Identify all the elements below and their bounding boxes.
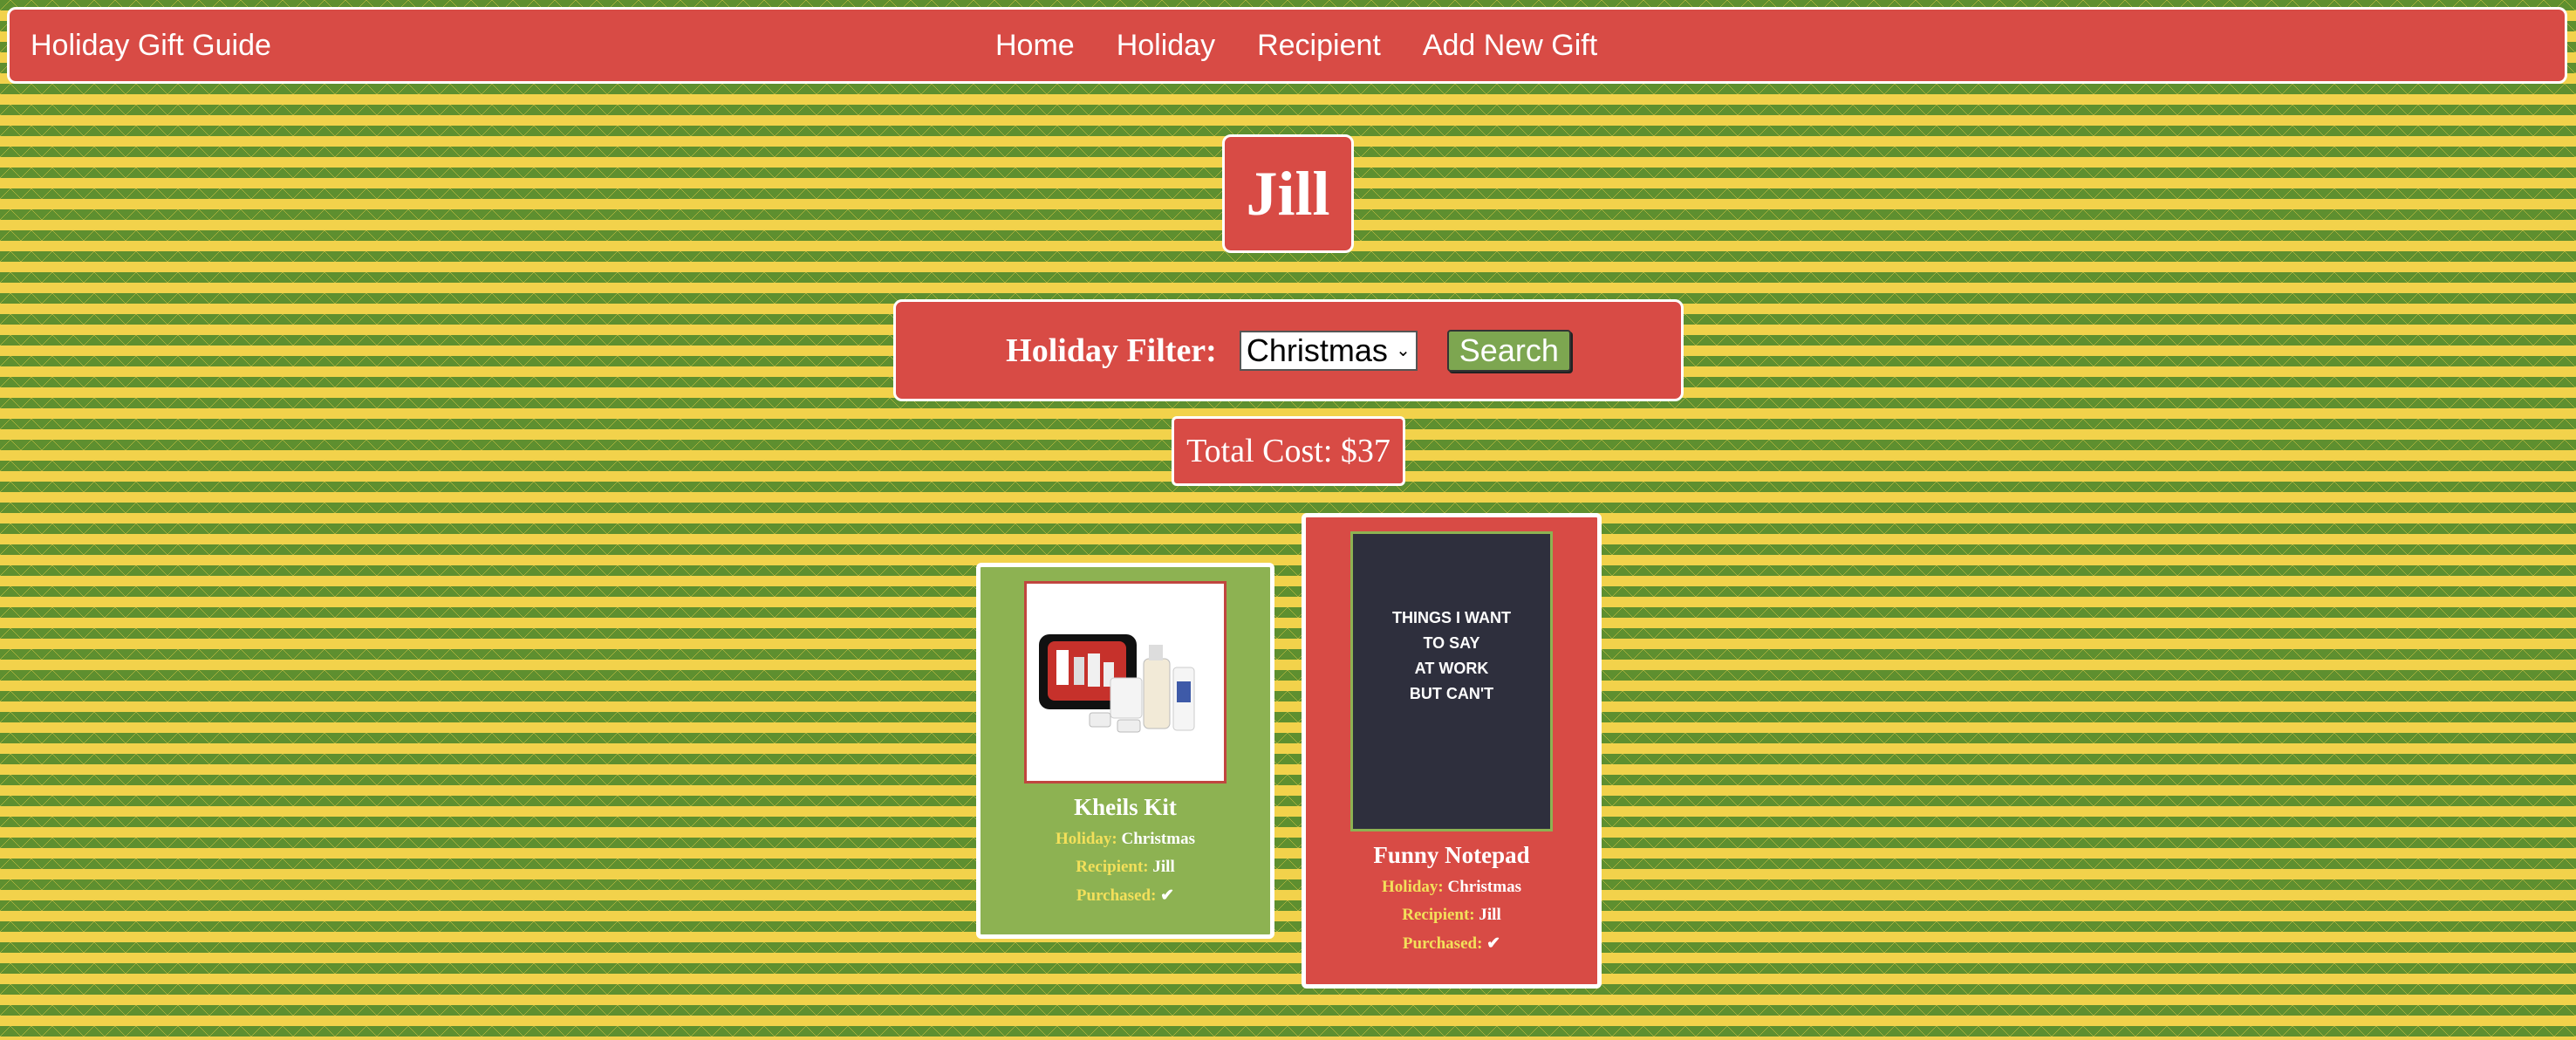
gift-holiday: Holiday: Christmas — [981, 830, 1270, 849]
holiday-value: Christmas — [1447, 878, 1521, 896]
holiday-label: Holiday: — [1056, 830, 1117, 848]
gift-purchased: Purchased: ✔ — [1306, 934, 1597, 954]
notepad-cover-text: THINGS I WANT TO SAY AT WORK BUT CAN'T — [1392, 609, 1511, 702]
holiday-select-value: Christmas — [1246, 332, 1388, 368]
recipient-value: Jill — [1479, 906, 1501, 924]
holiday-label: Holiday: — [1382, 878, 1444, 896]
checkmark-icon: ✔ — [1160, 886, 1175, 905]
gift-title: Kheils Kit — [1074, 794, 1177, 820]
recipient-value: Jill — [1152, 858, 1175, 876]
gift-purchased: Purchased: ✔ — [981, 886, 1270, 906]
gift-image-kheils-kit[interactable] — [1024, 581, 1227, 783]
recipient-label: Recipient: — [1076, 858, 1149, 876]
gift-recipient: Recipient: Jill — [981, 858, 1270, 877]
kit-product-illustration — [1039, 634, 1195, 733]
brand-link[interactable]: Holiday Gift Guide — [31, 10, 271, 81]
gift-card-kheils-kit[interactable]: Kheils Kit Holiday: Christmas Recipient:… — [976, 563, 1274, 939]
gift-image-funny-notepad[interactable]: THINGS I WANT TO SAY AT WORK BUT CAN'T — [1350, 531, 1553, 831]
holiday-filter-panel: Holiday Filter: Christmas ⌄ Search — [893, 299, 1684, 401]
nav-add-gift-link[interactable]: Add New Gift — [1423, 29, 1597, 63]
holiday-value: Christmas — [1121, 830, 1195, 848]
gift-holiday: Holiday: Christmas — [1306, 878, 1597, 897]
nav-home-link[interactable]: Home — [995, 29, 1075, 63]
purchased-label: Purchased: — [1076, 886, 1157, 905]
checkmark-icon: ✔ — [1486, 934, 1501, 953]
recipient-label: Recipient: — [1402, 906, 1475, 924]
holiday-filter-label: Holiday Filter: — [1006, 332, 1217, 369]
nav-links: Home Holiday Recipient Add New Gift — [995, 10, 1597, 81]
nav-holiday-link[interactable]: Holiday — [1117, 29, 1215, 63]
gift-title: Funny Notepad — [1373, 842, 1530, 868]
purchased-label: Purchased: — [1402, 934, 1483, 953]
gift-recipient: Recipient: Jill — [1306, 906, 1597, 925]
holiday-select[interactable]: Christmas ⌄ — [1239, 330, 1418, 371]
navbar: Holiday Gift Guide Home Holiday Recipien… — [7, 7, 2567, 84]
gift-card-funny-notepad[interactable]: THINGS I WANT TO SAY AT WORK BUT CAN'T F… — [1302, 513, 1602, 989]
chevron-down-icon: ⌄ — [1396, 340, 1411, 360]
total-cost: Total Cost: $37 — [1172, 416, 1405, 486]
search-button[interactable]: Search — [1446, 329, 1571, 372]
recipient-name-heading: Jill — [1222, 134, 1354, 253]
nav-recipient-link[interactable]: Recipient — [1257, 29, 1381, 63]
